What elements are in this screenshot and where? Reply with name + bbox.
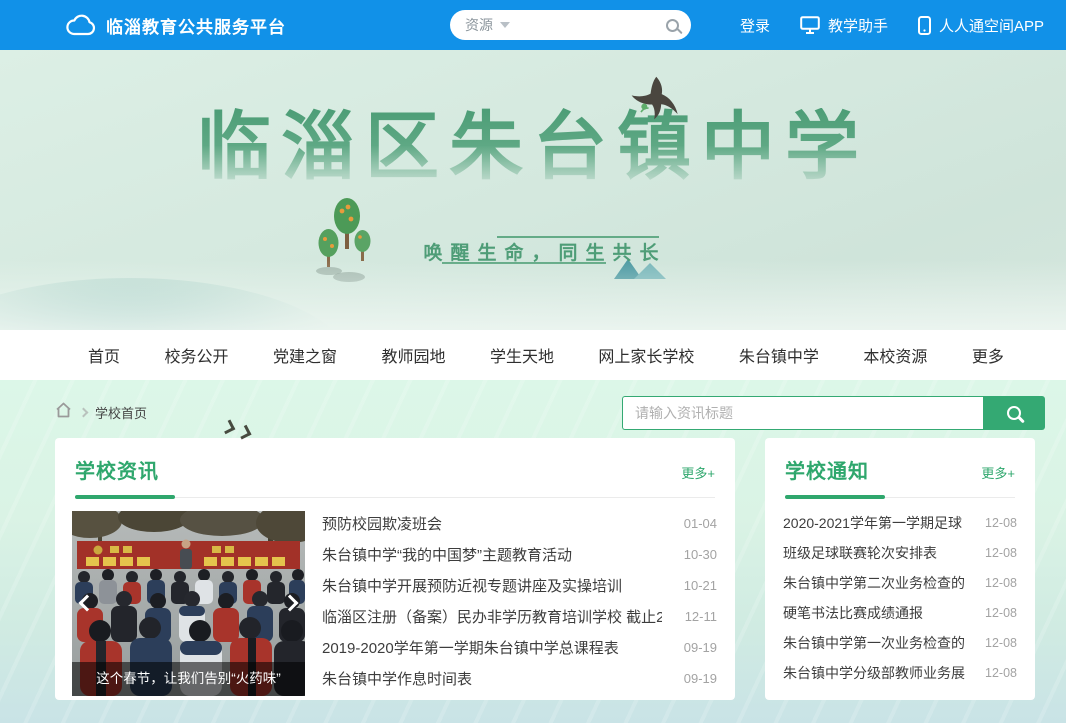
notice-row[interactable]: 朱台镇中学第一次业务检查的 12-08	[783, 628, 1017, 658]
school-notices-card: 学校通知 更多+ 2020-2021学年第一学期足球 12-08 班级足球联赛轮…	[765, 438, 1035, 700]
news-row[interactable]: 临淄区注册（备案）民办非学历教育培训学校 截止2019 12-11	[322, 601, 717, 632]
monitor-icon	[800, 16, 820, 34]
notice-title[interactable]: 班级足球联赛轮次安排表	[783, 543, 937, 563]
nav-item-home[interactable]: 首页	[88, 343, 120, 367]
school-news-body: 这个春节，让我们告别“火药味” 预防校园欺凌班会 01-04 朱台镇中学“我的中…	[55, 498, 735, 696]
notice-title[interactable]: 硬笔书法比赛成绩通报	[783, 603, 923, 623]
news-title[interactable]: 朱台镇中学开展预防近视专题讲座及实操培训	[322, 575, 622, 596]
chevron-down-icon[interactable]	[500, 22, 510, 28]
notice-row[interactable]: 班级足球联赛轮次安排表 12-08	[783, 538, 1017, 568]
search-category-select[interactable]: 资源	[465, 15, 493, 35]
mist-decor	[0, 260, 1066, 330]
notice-row[interactable]: 硬笔书法比赛成绩通报 12-08	[783, 598, 1017, 628]
notice-date: 12-08	[985, 546, 1017, 560]
nav-item-school-affairs[interactable]: 校务公开	[164, 343, 228, 367]
school-news-more-link[interactable]: 更多+	[681, 463, 715, 482]
article-search-input[interactable]	[622, 396, 983, 430]
banner-school-name: 临淄区朱台镇中学	[0, 108, 1066, 186]
news-title[interactable]: 朱台镇中学作息时间表	[322, 668, 472, 689]
phone-icon	[918, 16, 931, 35]
news-row[interactable]: 预防校园欺凌班会 01-04	[322, 508, 717, 539]
nav-item-parents-school[interactable]: 网上家长学校	[598, 343, 694, 367]
notice-title[interactable]: 朱台镇中学分级部教师业务展	[783, 663, 965, 683]
login-label: 登录	[740, 15, 770, 36]
nav-item-party-building[interactable]: 党建之窗	[273, 343, 337, 367]
carousel-caption: 这个春节，让我们告别“火药味”	[72, 662, 305, 696]
notice-row[interactable]: 朱台镇中学第二次业务检查的 12-08	[783, 568, 1017, 598]
swallow-icon	[626, 72, 685, 136]
news-date: 10-30	[684, 547, 717, 562]
notice-row[interactable]: 2020-2021学年第一学期足球 12-08	[783, 508, 1017, 538]
header-links: 登录 教学助手 人人通空间APP	[740, 0, 1044, 50]
notice-list: 2020-2021学年第一学期足球 12-08 班级足球联赛轮次安排表 12-0…	[765, 498, 1035, 688]
news-date: 12-11	[685, 609, 717, 624]
news-row[interactable]: 朱台镇中学开展预防近视专题讲座及实操培训 10-21	[322, 570, 717, 601]
school-news-header: 学校资讯 更多+	[55, 438, 735, 484]
notice-date: 12-08	[985, 666, 1017, 680]
renrentong-app-link[interactable]: 人人通空间APP	[918, 15, 1044, 36]
notice-title[interactable]: 2020-2021学年第一学期足球	[783, 513, 962, 533]
news-title[interactable]: 预防校园欺凌班会	[322, 513, 442, 534]
nav-item-school-resources[interactable]: 本校资源	[863, 343, 927, 367]
school-notices-title: 学校通知	[785, 455, 869, 484]
article-search-bar	[622, 396, 1045, 430]
news-row[interactable]: 2019-2020学年第一学期朱台镇中学总课程表 09-19	[322, 632, 717, 663]
nav-item-zhutai-school[interactable]: 朱台镇中学	[739, 343, 819, 367]
login-link[interactable]: 登录	[740, 15, 770, 36]
notice-date: 12-08	[985, 606, 1017, 620]
news-row[interactable]: 朱台镇中学作息时间表 09-19	[322, 663, 717, 694]
search-icon[interactable]	[666, 19, 679, 32]
news-date: 01-04	[684, 516, 717, 531]
top-header: 临淄教育公共服务平台 资源 登录 教学助手	[0, 0, 1066, 50]
nav-item-teachers[interactable]: 教师园地	[381, 343, 445, 367]
teaching-assistant-label: 教学助手	[828, 15, 888, 36]
teaching-assistant-link[interactable]: 教学助手	[800, 15, 888, 36]
school-notices-more-link[interactable]: 更多+	[981, 463, 1015, 482]
news-date: 10-21	[684, 578, 717, 593]
school-banner: 临淄区朱台镇中学 唤醒生命，同生共长	[0, 50, 1066, 330]
header-search-box[interactable]: 资源	[450, 10, 691, 40]
news-title[interactable]: 2019-2020学年第一学期朱台镇中学总课程表	[322, 637, 619, 658]
platform-logo[interactable]: 临淄教育公共服务平台	[66, 13, 286, 38]
news-list: 预防校园欺凌班会 01-04 朱台镇中学“我的中国梦”主题教育活动 10-30 …	[322, 508, 717, 696]
breadcrumb-current[interactable]: 学校首页	[95, 403, 147, 422]
article-search-button[interactable]	[983, 396, 1045, 430]
school-news-card: 学校资讯 更多+	[55, 438, 735, 700]
notice-date: 12-08	[985, 516, 1017, 530]
notice-date: 12-08	[985, 636, 1017, 650]
news-title[interactable]: 临淄区注册（备案）民办非学历教育培训学校 截止2019	[322, 606, 662, 627]
news-date: 09-19	[684, 640, 717, 655]
breadcrumb: 学校首页	[55, 402, 147, 423]
content-area: 学校首页 学校资讯 更多+	[0, 380, 1066, 723]
notice-title[interactable]: 朱台镇中学第一次业务检查的	[783, 633, 965, 653]
news-row[interactable]: 朱台镇中学“我的中国梦”主题教育活动 10-30	[322, 539, 717, 570]
section-rule	[785, 497, 1015, 498]
main-nav: 首页 校务公开 党建之窗 教师园地 学生天地 网上家长学校 朱台镇中学 本校资源…	[0, 330, 1066, 380]
renrentong-app-label: 人人通空间APP	[939, 15, 1044, 36]
notice-date: 12-08	[985, 576, 1017, 590]
news-carousel[interactable]: 这个春节，让我们告别“火药味”	[72, 511, 305, 696]
notice-title[interactable]: 朱台镇中学第二次业务检查的	[783, 573, 965, 593]
nav-item-more[interactable]: 更多	[972, 343, 1004, 367]
platform-title: 临淄教育公共服务平台	[106, 13, 286, 38]
news-date: 09-19	[684, 671, 717, 686]
news-title[interactable]: 朱台镇中学“我的中国梦”主题教育活动	[322, 544, 572, 565]
school-notices-header: 学校通知 更多+	[765, 438, 1035, 484]
school-news-title: 学校资讯	[75, 455, 159, 484]
nav-item-students[interactable]: 学生天地	[490, 343, 554, 367]
section-rule	[75, 497, 715, 498]
breadcrumb-chevron-icon	[79, 408, 89, 418]
notice-row[interactable]: 朱台镇中学分级部教师业务展 12-08	[783, 658, 1017, 688]
search-icon	[1007, 406, 1021, 420]
home-icon[interactable]	[55, 402, 72, 423]
cloud-icon	[66, 14, 96, 36]
